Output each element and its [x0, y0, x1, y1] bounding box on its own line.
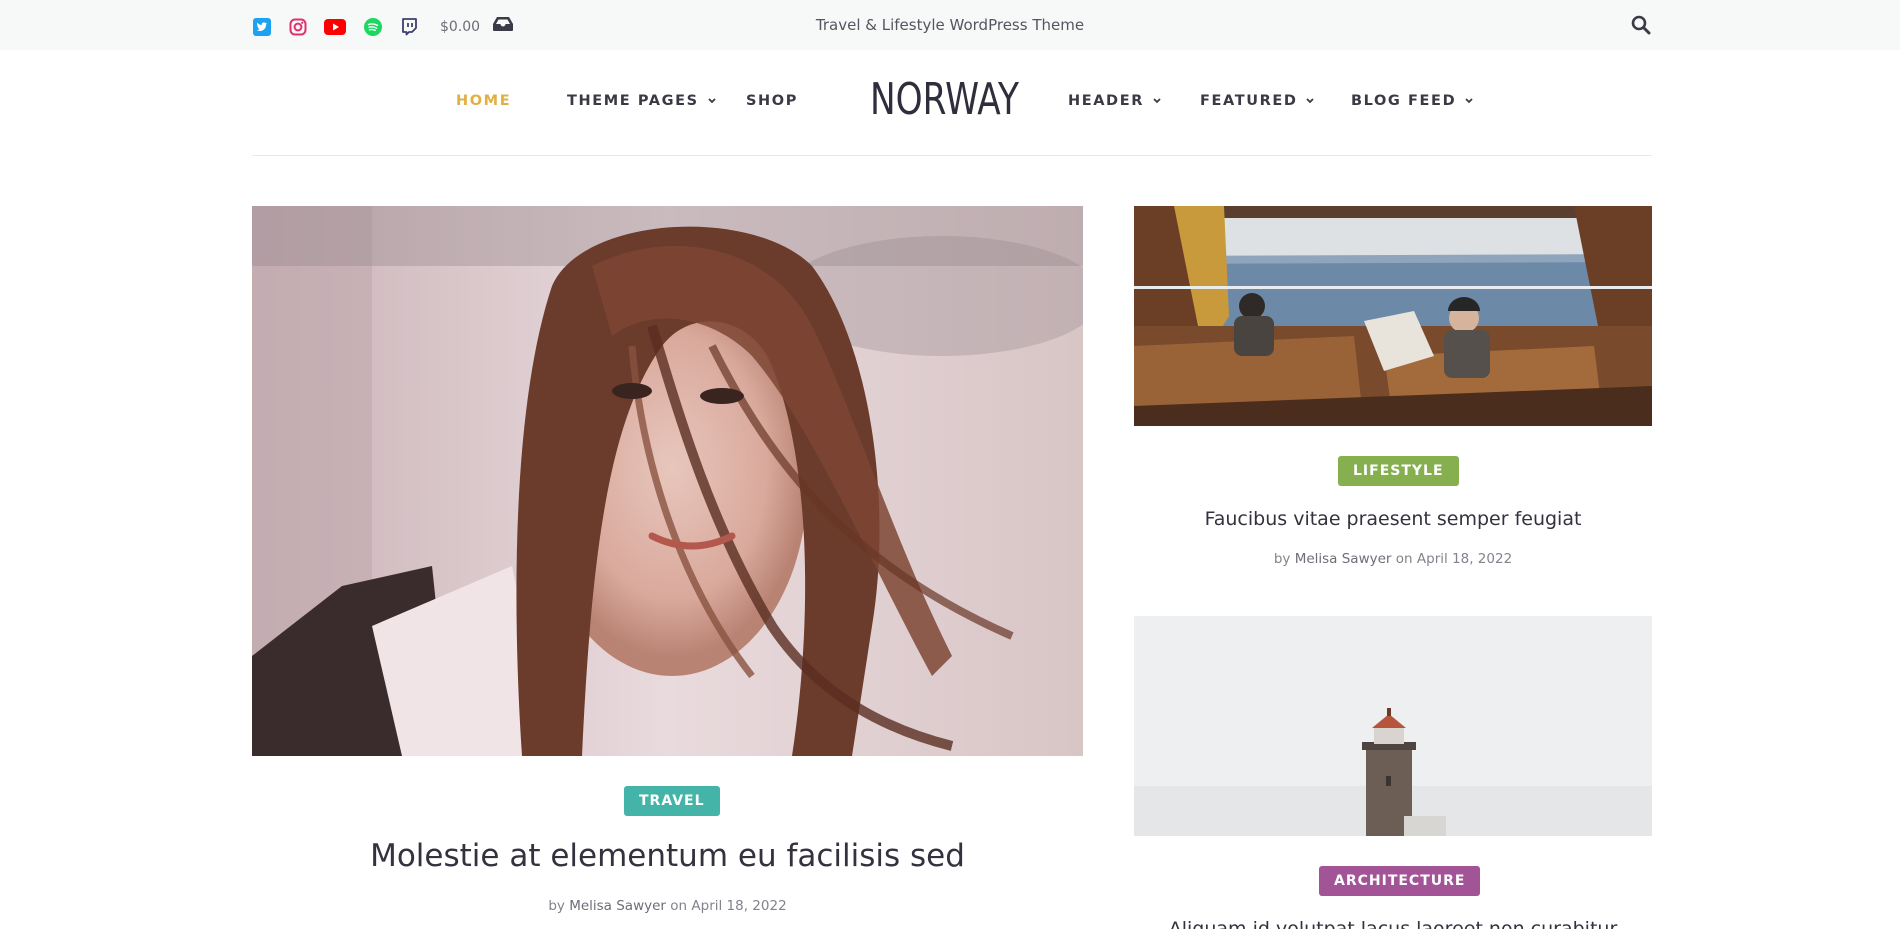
nav-divider [252, 155, 1652, 156]
nav-item-label: FEATURED [1200, 93, 1298, 109]
nav-item-shop[interactable]: SHOP [746, 93, 798, 109]
nav-item-label: HEADER [1068, 93, 1144, 109]
chevron-down-icon [1153, 98, 1161, 104]
site-logo[interactable]: NORWAY [870, 74, 1019, 125]
nav-item-blog-feed[interactable]: BLOG FEED [1351, 93, 1473, 109]
nav-item-label: THEME PAGES [567, 93, 699, 109]
author-link[interactable]: Melisa Sawyer [569, 898, 666, 914]
nav-item-header[interactable]: HEADER [1068, 93, 1161, 109]
side-post-image-architecture[interactable] [1134, 616, 1652, 836]
chevron-down-icon [708, 98, 716, 104]
category-badge-travel[interactable]: TRAVEL [624, 786, 720, 816]
category-badge-lifestyle[interactable]: LIFESTYLE [1338, 456, 1459, 486]
nav-item-theme-pages[interactable]: THEME PAGES [567, 93, 716, 109]
site-tagline: Travel & Lifestyle WordPress Theme [815, 16, 1085, 34]
chevron-down-icon [1306, 98, 1315, 104]
main-navigation: HOME THEME PAGES SHOP NORWAY HEADER FEAT… [0, 50, 1900, 156]
top-bar: $0.00 Travel & Lifestyle WordPress Theme [0, 0, 1900, 50]
side-post-meta: by Melisa Sawyer on April 18, 2022 [1134, 551, 1652, 567]
featured-post-title[interactable]: Molestie at elementum eu facilisis sed [252, 838, 1083, 874]
meta-by: by [548, 898, 565, 914]
featured-post-image[interactable] [252, 206, 1083, 756]
chevron-down-icon [1465, 98, 1473, 104]
nav-item-home[interactable]: HOME [456, 93, 511, 109]
meta-on: on [1395, 551, 1413, 567]
side-post-title[interactable]: Aliquam id volutpat lacus laoreet non cu… [1134, 918, 1652, 929]
nav-item-featured[interactable]: FEATURED [1200, 93, 1315, 109]
post-date: April 18, 2022 [1416, 551, 1513, 567]
meta-by: by [1273, 551, 1291, 567]
side-post-image-lifestyle[interactable] [1134, 206, 1652, 426]
nav-item-label: HOME [456, 93, 512, 109]
nav-item-label: BLOG FEED [1351, 93, 1457, 109]
meta-on: on [670, 898, 688, 914]
post-date: April 18, 2022 [691, 898, 787, 914]
nav-item-label: SHOP [746, 93, 798, 109]
author-link[interactable]: Melisa Sawyer [1295, 551, 1392, 567]
search-icon[interactable] [1631, 15, 1651, 35]
category-badge-architecture[interactable]: ARCHITECTURE [1319, 866, 1481, 896]
side-post-title[interactable]: Faucibus vitae praesent semper feugiat [1134, 508, 1652, 530]
featured-post-meta: by Melisa Sawyer on April 18, 2022 [252, 898, 1083, 914]
